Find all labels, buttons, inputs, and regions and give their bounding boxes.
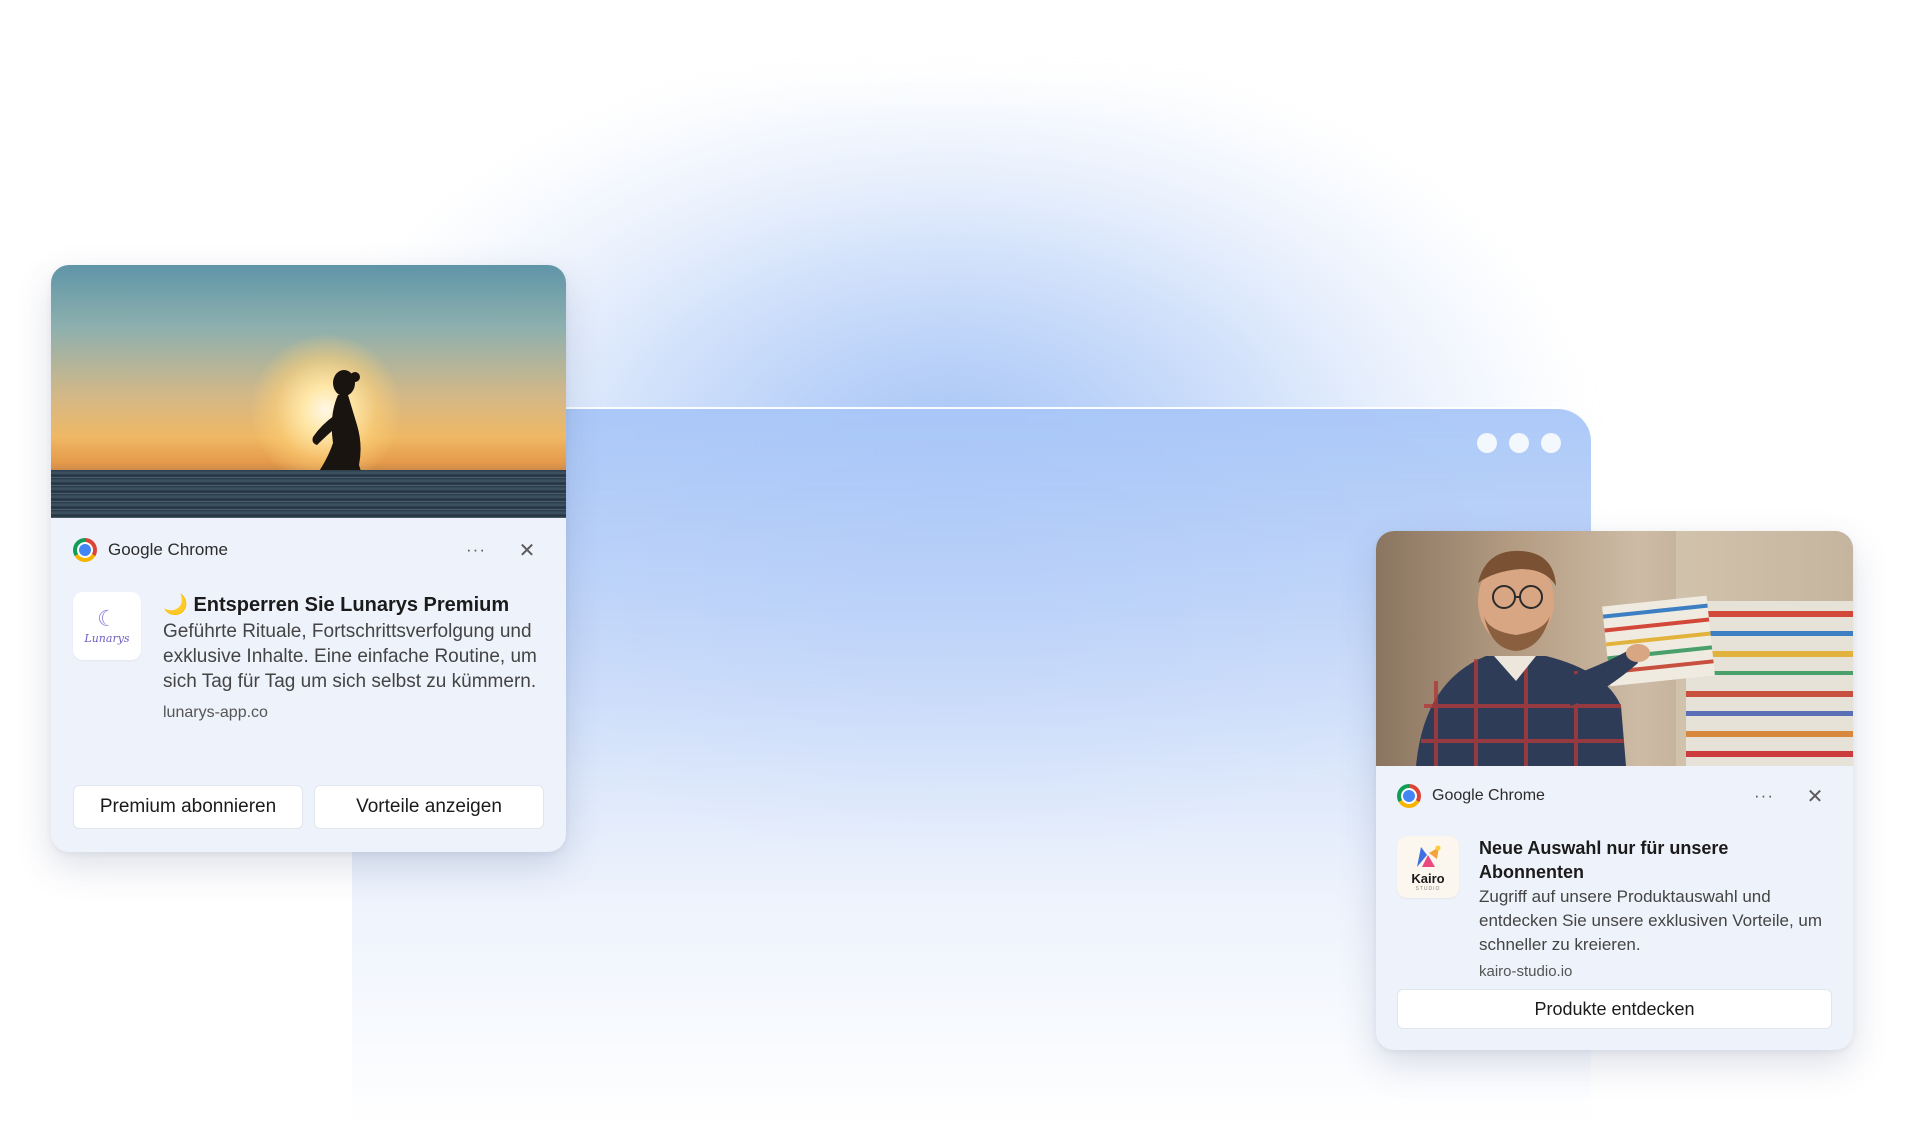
subscribe-premium-button[interactable]: Premium abonnieren (73, 785, 303, 829)
notification-hero-image (1376, 531, 1853, 766)
chrome-icon (1397, 784, 1421, 808)
window-controls (1477, 433, 1561, 453)
close-button[interactable]: ✕ (510, 538, 544, 563)
window-dot[interactable] (1541, 433, 1561, 453)
notification-message: Geführte Rituale, Fortschrittsverfolgung… (163, 621, 537, 692)
chrome-icon (73, 538, 97, 562)
notification-source: Google Chrome (108, 540, 229, 559)
kairo-logo-icon: Kairo STUDIO (1397, 836, 1459, 898)
more-options-button[interactable]: ··· (1744, 786, 1784, 806)
notification-title: 🌙 Entsperren Sie Lunarys Premium (163, 594, 510, 616)
notification-title: Neue Auswahl nur für unsere Abonnenten (1479, 838, 1729, 882)
notification-lunarys[interactable]: Google Chrome ··· ✕ ☾ Lunarys 🌙 Entsperr… (51, 265, 566, 852)
window-dot[interactable] (1477, 433, 1497, 453)
notification-domain: lunarys-app.co (163, 704, 268, 721)
notification-message: Zugriff auf unsere Produktauswahl und en… (1479, 887, 1823, 954)
more-options-button[interactable]: ··· (456, 540, 496, 560)
notification-kairo[interactable]: Google Chrome ··· ✕ Kairo STUDIO Neue Au… (1376, 531, 1853, 1050)
notification-domain: kairo-studio.io (1479, 963, 1573, 980)
show-benefits-button[interactable]: Vorteile anzeigen (314, 785, 544, 829)
lunarys-logo-icon: ☾ Lunarys (73, 592, 141, 660)
close-button[interactable]: ✕ (1798, 784, 1832, 809)
window-dot[interactable] (1509, 433, 1529, 453)
notification-hero-image (51, 265, 566, 518)
notification-source: Google Chrome (1432, 787, 1545, 804)
discover-products-button[interactable]: Produkte entdecken (1397, 989, 1832, 1029)
